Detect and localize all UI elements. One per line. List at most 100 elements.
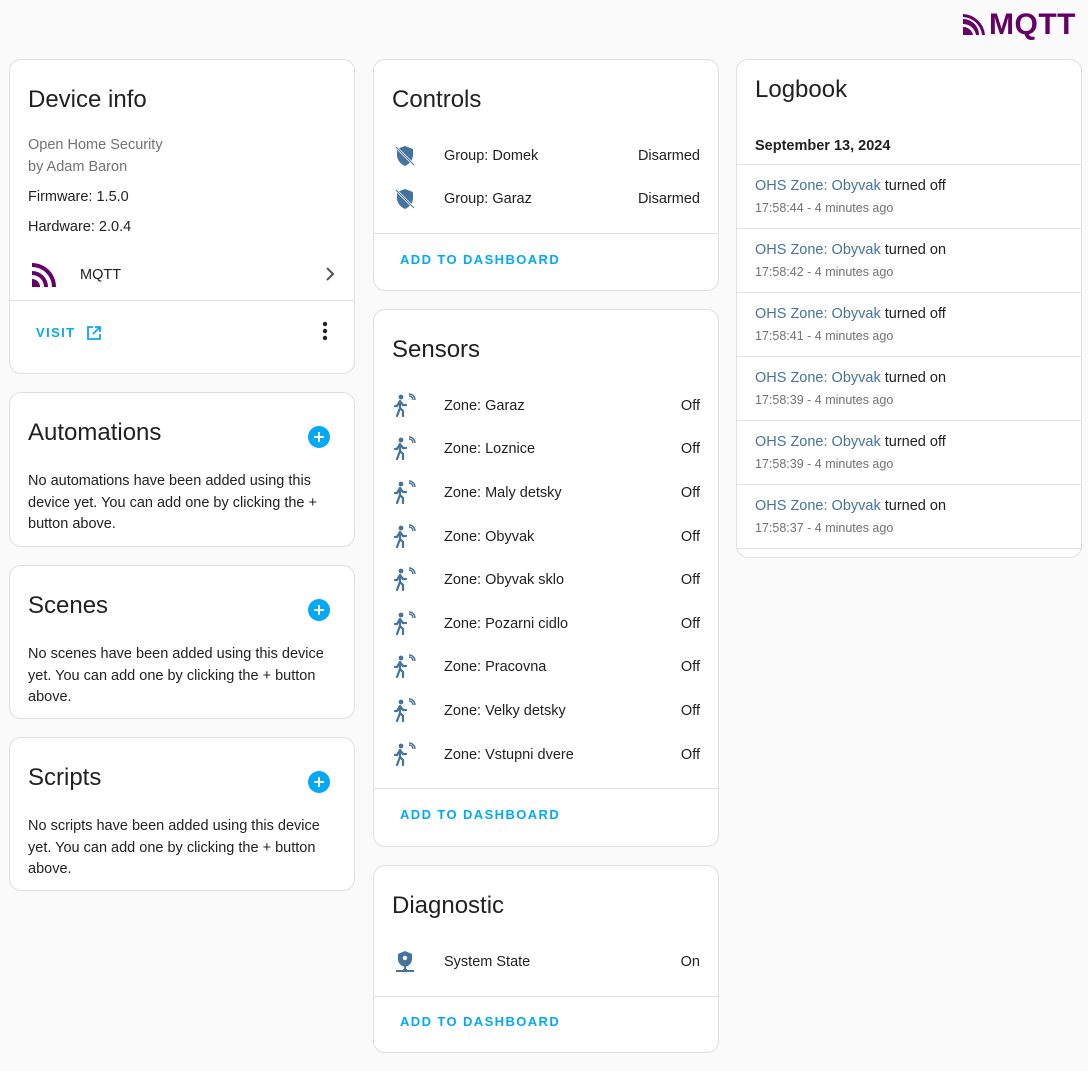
automations-empty-text: No automations have been added using thi… [28,473,317,532]
device-info-card: Device info Open Home Security by Adam B… [9,59,355,374]
diagnostic-title: Diagnostic [392,892,505,919]
controls-card: Controls Group: Domek Disarmed Group: Ga… [373,59,719,291]
entity-state: Off [680,484,700,501]
integration-row-mqtt[interactable]: MQTT [10,250,354,300]
entity-state: Off [680,528,700,545]
entity-state: Off [680,702,700,719]
device-model: Open Home Security [28,137,163,153]
add-to-dashboard-button[interactable]: ADD TO DASHBOARD [400,252,560,267]
add-automation-button[interactable] [308,426,330,448]
log-action: turned on [884,370,947,386]
log-time: 17:58:39 - 4 minutes ago [755,457,894,471]
entity-name: Group: Domek [444,147,539,164]
more-options-button[interactable] [322,321,328,345]
entity-row[interactable]: Zone: Obyvak Off [374,515,718,559]
add-script-button[interactable] [308,771,330,793]
open-in-new-icon [86,325,101,340]
log-time: 17:58:44 - 4 minutes ago [755,201,894,215]
left-column: Device info Open Home Security by Adam B… [9,59,355,909]
automations-title: Automations [28,419,162,446]
motion-sensor-icon [392,393,418,419]
log-entry: OHS Zone: Obyvak turned off 17:58:41 - 4 … [737,293,1081,357]
entity-state: Disarmed [637,147,700,164]
log-entry: OHS Zone: Obyvak turned on 17:58:39 - 4 m… [737,357,1081,421]
entity-state: Off [680,746,700,763]
entity-name: Zone: Obyvak sklo [444,572,565,589]
log-action: turned on [884,242,947,258]
log-action: turned off [884,434,946,450]
logbook-date: September 13, 2024 [737,124,1081,165]
scripts-card: Scripts No scripts have been added using… [9,737,355,891]
dots-vertical-icon [322,321,328,340]
motion-sensor-icon [392,480,418,506]
entity-state: Off [680,572,700,589]
entity-name: Zone: Garaz [444,397,525,414]
mqtt-logo-text: MQTT [989,8,1076,41]
entity-row[interactable]: Group: Domek Disarmed [374,134,718,178]
add-scene-button[interactable] [308,599,330,621]
shield-network-icon [392,949,418,975]
log-entity-link[interactable]: OHS Zone: Obyvak [755,498,881,514]
motion-sensor-icon [392,698,418,724]
entity-row[interactable]: Zone: Pozarni cidlo Off [374,602,718,646]
automations-card: Automations No automations have been add… [9,392,355,547]
log-entity-link[interactable]: OHS Zone: Obyvak [755,370,881,386]
mqtt-logo-icon [963,14,986,35]
plus-icon [314,777,324,787]
log-entry: OHS Zone: Obyvak turned off 17:58:39 - 4 … [737,421,1081,485]
scenes-card: Scenes No scenes have been added using t… [9,565,355,719]
integration-label: MQTT [80,267,122,283]
entity-name: Zone: Pozarni cidlo [444,615,569,632]
log-entry: OHS Zone: Obyvak turned on 17:58:37 - 4 m… [737,485,1081,549]
entity-row[interactable]: Zone: Pracovna Off [374,646,718,690]
entity-name: Zone: Vstupni dvere [444,746,574,763]
entity-name: System State [444,953,531,970]
logbook-title: Logbook [755,76,848,103]
entity-row[interactable]: System State On [374,940,718,984]
entity-name: Zone: Obyvak [444,528,535,545]
add-to-dashboard-button[interactable]: ADD TO DASHBOARD [400,807,560,822]
motion-sensor-icon [392,611,418,637]
device-info-title: Device info [28,86,147,113]
entity-row[interactable]: Zone: Obyvak sklo Off [374,558,718,602]
entity-state: Off [680,659,700,676]
entity-name: Zone: Maly detsky [444,484,562,501]
log-time: 17:58:42 - 4 minutes ago [755,265,894,279]
motion-sensor-icon [392,523,418,550]
hardware-version: Hardware: 2.0.4 [28,219,132,235]
entity-state: On [680,953,700,970]
plus-icon [314,432,324,442]
entity-row[interactable]: Zone: Loznice Off [374,428,718,472]
entity-state: Disarmed [637,191,700,208]
log-entity-link[interactable]: OHS Zone: Obyvak [755,306,881,322]
entity-name: Zone: Pracovna [444,659,547,676]
firmware-version: Firmware: 1.5.0 [28,189,129,205]
entity-name: Zone: Velky detsky [444,702,566,719]
scenes-empty-text: No scenes have been added using this dev… [28,646,324,705]
mqtt-icon [30,261,58,289]
motion-sensor-icon [392,741,418,768]
log-action: turned off [884,178,946,194]
entity-state: Off [680,441,700,458]
entity-row[interactable]: Zone: Garaz Off [374,384,718,428]
entity-row[interactable]: Zone: Vstupni dvere Off [374,733,718,777]
log-entry: OHS Zone: Obyvak turned on 17:58:42 - 4 m… [737,229,1081,293]
log-action: turned on [884,498,947,514]
entity-row[interactable]: Zone: Maly detsky Off [374,471,718,515]
device-manufacturer: by Adam Baron [28,159,128,175]
log-entry: OHS Zone: Obyvak turned off 17:58:44 - 4 … [737,165,1081,229]
motion-sensor-icon [392,654,418,680]
entity-row[interactable]: Zone: Velky detsky Off [374,689,718,733]
log-action: turned off [884,306,946,322]
sensors-card: Sensors Zone: Garaz Off Zone: Loznice Off Zo… [373,309,719,847]
entity-row[interactable]: Group: Garaz Disarmed [374,178,718,222]
motion-sensor-icon [392,436,418,462]
shield-off-icon [392,143,418,169]
controls-title: Controls [392,86,482,113]
add-to-dashboard-button[interactable]: ADD TO DASHBOARD [400,1014,560,1029]
entity-state: Off [680,397,700,414]
log-entity-link[interactable]: OHS Zone: Obyvak [755,178,881,194]
log-entity-link[interactable]: OHS Zone: Obyvak [755,242,881,258]
visit-button[interactable]: VISIT [36,325,102,341]
log-entity-link[interactable]: OHS Zone: Obyvak [755,434,881,450]
